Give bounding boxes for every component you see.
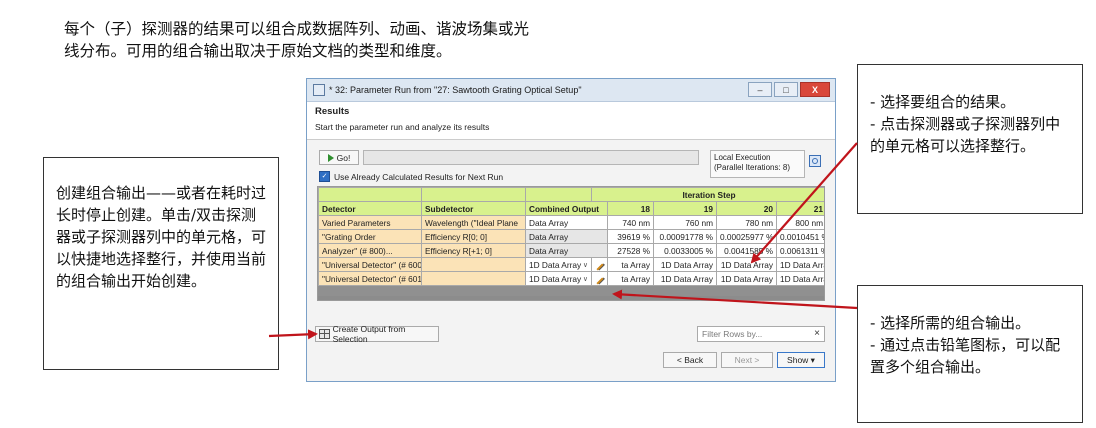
arrow-to-create-button xyxy=(268,329,318,340)
arrow-to-table xyxy=(750,142,858,264)
arrow-to-pencil xyxy=(612,289,858,310)
annotation-arrows xyxy=(268,142,858,340)
